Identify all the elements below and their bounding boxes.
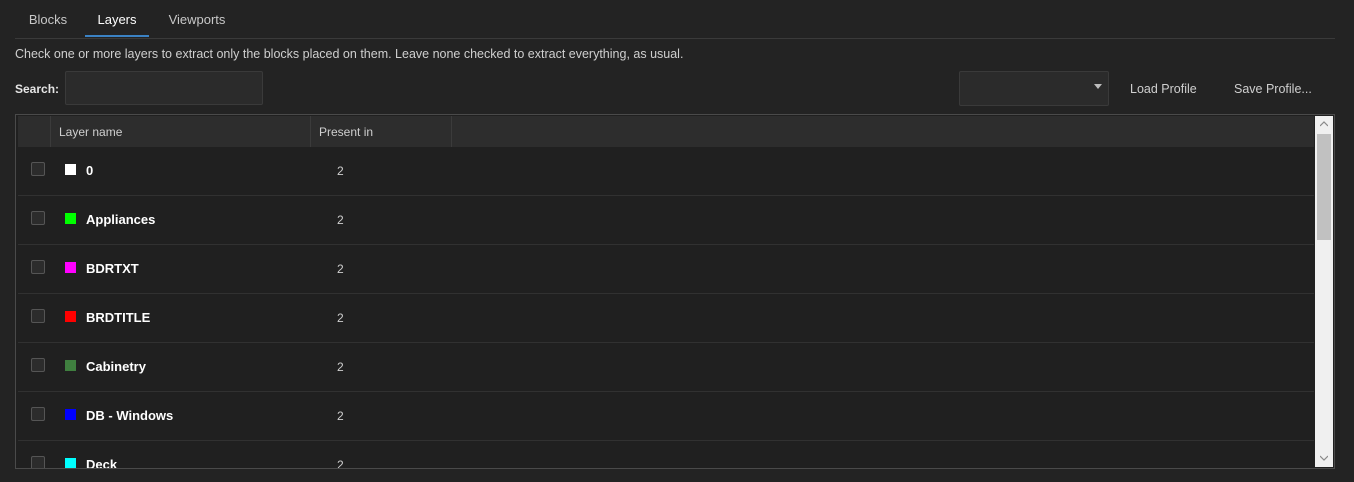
layer-present-count: 2 — [337, 311, 344, 325]
scroll-down-arrow-icon[interactable] — [1315, 450, 1333, 467]
layer-color-swatch — [65, 262, 76, 273]
instructions-text: Check one or more layers to extract only… — [15, 47, 684, 61]
layer-checkbox[interactable] — [31, 358, 45, 372]
tab-viewports[interactable]: Viewports — [155, 0, 239, 37]
layer-name: 0 — [86, 163, 94, 178]
layer-color-swatch — [65, 164, 76, 175]
layer-checkbox[interactable] — [31, 309, 45, 323]
tab-layers[interactable]: Layers — [85, 0, 149, 37]
layer-name: Appliances — [86, 212, 156, 227]
layer-color-swatch — [65, 360, 76, 371]
layer-color-swatch — [65, 458, 76, 468]
table-row[interactable]: DB - Windows 2 — [18, 392, 1314, 441]
vertical-scrollbar[interactable] — [1315, 116, 1333, 467]
layer-checkbox[interactable] — [31, 407, 45, 421]
layer-checkbox[interactable] — [31, 456, 45, 468]
profile-dropdown[interactable] — [959, 71, 1109, 106]
layers-panel: Blocks Layers Viewports Check one or mor… — [0, 0, 1354, 482]
header-checkbox-column[interactable] — [18, 116, 51, 147]
layer-present-count: 2 — [337, 360, 344, 374]
search-label: Search: — [15, 82, 60, 96]
layer-present-count: 2 — [337, 164, 344, 178]
layer-color-swatch — [65, 311, 76, 322]
table-row[interactable]: Deck 2 — [18, 441, 1314, 469]
layer-name: BRDTITLE — [86, 310, 151, 325]
table-row[interactable]: 02 — [18, 147, 1314, 196]
scrollbar-thumb[interactable] — [1317, 134, 1331, 240]
table-body: 0 2 Appliances 2 BDRTXT 2 BRDTITLE 2 Cabinetry 2 D… — [18, 147, 1314, 469]
layer-color-swatch — [65, 213, 76, 224]
layer-name: DB - Windows — [86, 408, 174, 423]
table-row[interactable]: Appliances 2 — [18, 196, 1314, 245]
tab-blocks[interactable]: Blocks — [15, 0, 81, 37]
layer-name: Deck — [86, 457, 118, 469]
layer-present-count: 2 — [337, 458, 344, 469]
table-row[interactable]: BRDTITLE 2 — [18, 294, 1314, 343]
layer-checkbox[interactable] — [31, 162, 45, 176]
layer-present-count: 2 — [337, 213, 344, 227]
header-present-in[interactable]: Present in — [311, 116, 452, 147]
chevron-down-icon — [1094, 84, 1102, 89]
table-header: Layer name Present in — [18, 116, 1314, 147]
search-input[interactable] — [65, 71, 263, 105]
layer-checkbox[interactable] — [31, 211, 45, 225]
layer-present-count: 2 — [337, 262, 344, 276]
table-row[interactable]: BDRTXT 2 — [18, 245, 1314, 294]
layer-name: Cabinetry — [86, 359, 146, 374]
table-row[interactable]: Cabinetry 2 — [18, 343, 1314, 392]
tab-bar: Blocks Layers Viewports — [15, 0, 1335, 39]
layer-present-count: 2 — [337, 409, 344, 423]
save-profile-button[interactable]: Save Profile... — [1234, 82, 1312, 96]
layer-color-swatch — [65, 409, 76, 420]
scroll-up-arrow-icon[interactable] — [1315, 116, 1333, 133]
layers-table: Layer name Present in 0 2 Appliances 2 BDRTX… — [15, 114, 1335, 469]
load-profile-button[interactable]: Load Profile — [1130, 82, 1197, 96]
header-layer-name[interactable]: Layer name — [51, 116, 311, 147]
layer-checkbox[interactable] — [31, 260, 45, 274]
layer-name: BDRTXT — [86, 261, 139, 276]
